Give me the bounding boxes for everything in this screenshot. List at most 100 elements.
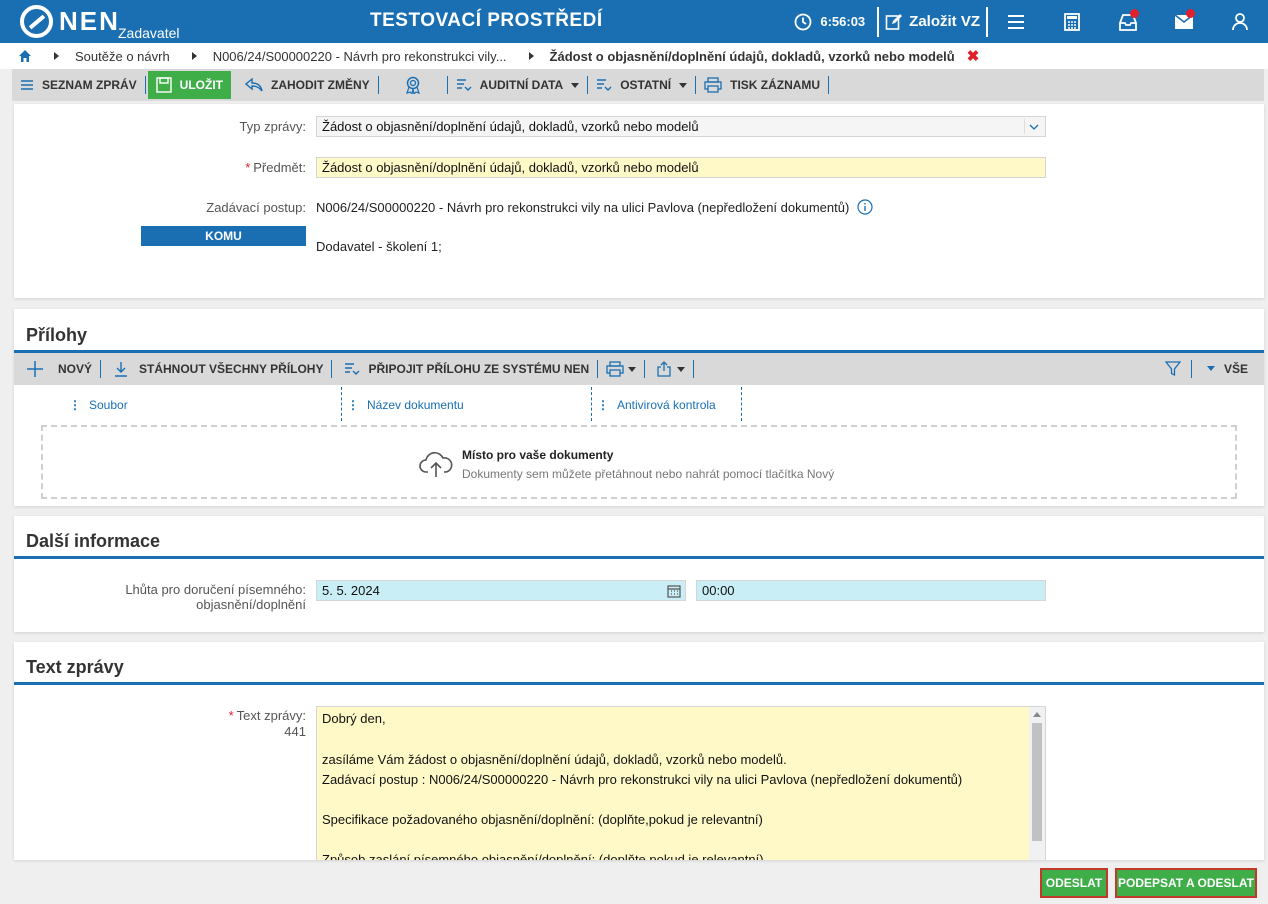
- textarea-scrollbar[interactable]: [1029, 707, 1045, 860]
- signature-button[interactable]: [379, 69, 447, 101]
- send-button[interactable]: ODESLAT: [1040, 868, 1108, 898]
- file-dropzone[interactable]: Místo pro vaše dokumenty Dokumenty sem m…: [41, 425, 1237, 499]
- message-list-button[interactable]: SEZNAM ZPRÁV: [12, 69, 145, 101]
- attach-from-system-button[interactable]: PŘIPOJIT PŘÍLOHU ZE SYSTÉMU NEN: [332, 353, 597, 385]
- more-info-title: Další informace: [26, 531, 161, 551]
- breadcrumb-item-current: Žádost o objasnění/doplnění údajů, dokla…: [549, 48, 955, 64]
- audit-icon: [456, 79, 472, 91]
- breadcrumb-item-competitions[interactable]: Soutěže o návrh: [75, 49, 170, 64]
- attachments-panel: Přílohy NOVÝ STÁHNOUT VŠECHNY PŘÍLOHY PŘ…: [14, 309, 1264, 506]
- filter-button[interactable]: [1157, 353, 1191, 385]
- column-antivirus-label: Antivirová kontrola: [617, 398, 716, 412]
- message-text-title: Text zprávy: [26, 657, 124, 677]
- new-attachment-button[interactable]: NOVÝ: [14, 353, 100, 385]
- print-dropdown[interactable]: [598, 353, 644, 385]
- other-label: OSTATNÍ: [620, 78, 672, 92]
- user-button[interactable]: [1212, 0, 1268, 43]
- print-icon: [606, 361, 624, 377]
- close-icon[interactable]: ✖: [967, 47, 980, 65]
- list-icon: [21, 80, 33, 90]
- column-menu-icon: ⋮: [69, 398, 81, 412]
- message-line: Specifikace požadovaného objasnění/dopln…: [322, 812, 763, 827]
- divider: [1024, 119, 1025, 134]
- attachments-title: Přílohy: [26, 325, 88, 345]
- deadline-date-input[interactable]: 5. 5. 2024: [316, 580, 686, 601]
- section-underline: [14, 682, 1264, 685]
- logo-subtitle: Zadavatel: [118, 25, 180, 41]
- download-all-button[interactable]: STÁHNOUT VŠECHNY PŘÍLOHY: [101, 353, 331, 385]
- edit-icon: [885, 13, 903, 30]
- save-button[interactable]: ULOŽIT: [147, 71, 231, 99]
- required-marker: *: [245, 160, 251, 175]
- message-type-label: Typ zprávy:: [239, 119, 306, 134]
- session-time: 6:56:03: [820, 14, 866, 29]
- message-line: Dobrý den,: [322, 711, 386, 726]
- recipients-button[interactable]: KOMU: [141, 226, 306, 246]
- logo-text: NEN: [59, 6, 120, 36]
- other-dropdown[interactable]: OSTATNÍ: [588, 69, 695, 101]
- view-all-dropdown[interactable]: VŠE: [1192, 353, 1264, 385]
- message-type-select[interactable]: Žádost o objasnění/doplnění údajů, dokla…: [316, 116, 1046, 137]
- column-antivirus[interactable]: ⋮ Antivirová kontrola: [597, 389, 716, 421]
- character-count: 441: [284, 724, 306, 739]
- subject-value: Žádost o objasnění/doplnění údajů, dokla…: [322, 160, 699, 175]
- discard-changes-label: ZAHODIT ZMĚNY: [271, 78, 370, 92]
- calendar-icon[interactable]: [667, 584, 681, 598]
- message-line: Zadávací postup : N006/24/S00000220 - Ná…: [322, 772, 963, 787]
- column-file[interactable]: ⋮ Soubor: [69, 389, 128, 421]
- chevron-down-icon: [1029, 124, 1039, 130]
- caret-down-icon: [628, 366, 637, 372]
- subject-input[interactable]: Žádost o objasnění/doplnění údajů, dokla…: [316, 157, 1046, 178]
- deadline-time-input[interactable]: 00:00: [696, 580, 1046, 601]
- create-contract-label: Založit VZ: [909, 13, 980, 30]
- menu-button[interactable]: [988, 0, 1044, 43]
- nen-logo[interactable]: NEN: [20, 4, 120, 39]
- scrollbar-thumb[interactable]: [1032, 723, 1042, 841]
- column-menu-icon: ⋮: [597, 398, 609, 412]
- save-label: ULOŽIT: [179, 78, 223, 92]
- breadcrumb-item-procedure[interactable]: N006/24/S00000220 - Návrh pro rekonstruk…: [213, 49, 507, 64]
- required-marker: *: [228, 708, 234, 723]
- environment-title: TESTOVACÍ PROSTŘEDÍ: [370, 10, 603, 31]
- notification-dot: [1130, 9, 1139, 18]
- attach-from-system-label: PŘIPOJIT PŘÍLOHU ZE SYSTÉMU NEN: [368, 362, 590, 376]
- message-textarea[interactable]: Dobrý den, zasíláme Vám žádost o objasně…: [316, 706, 1046, 860]
- inbox-button[interactable]: [1100, 0, 1156, 43]
- deadline-label-line1: Lhůta pro doručení písemného:: [125, 582, 306, 597]
- hamburger-icon: [1008, 14, 1024, 29]
- audit-data-label: AUDITNÍ DATA: [479, 78, 564, 92]
- messages-button[interactable]: [1156, 0, 1212, 43]
- column-document-name[interactable]: ⋮ Název dokumentu: [347, 389, 464, 421]
- form-toolbar: SEZNAM ZPRÁV ULOŽIT ZAHODIT ZMĚNY AUDITN…: [12, 69, 1264, 101]
- more-info-panel: Další informace Lhůta pro doručení písem…: [14, 516, 1264, 632]
- message-text-panel: Text zprávy * Text zprávy: 441 Dobrý den,…: [14, 642, 1264, 860]
- dropzone-hint: Dokumenty sem můžete přetáhnout nebo nah…: [462, 467, 835, 481]
- create-contract-button[interactable]: Založit VZ: [879, 13, 986, 31]
- other-icon: [597, 79, 612, 91]
- column-menu-icon: ⋮: [347, 398, 359, 412]
- plus-icon: [27, 361, 43, 377]
- scroll-up-icon[interactable]: [1033, 712, 1041, 717]
- procedure-label: Zadávací postup:: [206, 200, 306, 215]
- badge-icon: [405, 76, 420, 94]
- message-text-label: * Text zprávy: 441: [114, 708, 306, 740]
- divider: [741, 387, 742, 421]
- calculator-button[interactable]: [1044, 0, 1100, 43]
- attachments-toolbar: NOVÝ STÁHNOUT VŠECHNY PŘÍLOHY PŘIPOJIT P…: [14, 353, 1264, 385]
- home-icon[interactable]: [18, 49, 32, 63]
- section-underline: [14, 556, 1264, 559]
- deadline-date-value: 5. 5. 2024: [322, 583, 380, 598]
- message-line: Způsob zaslání písemného objasnění/dopln…: [322, 852, 764, 860]
- sign-and-send-button[interactable]: PODEPSAT A ODESLAT: [1115, 868, 1257, 898]
- print-record-label: TISK ZÁZNAMU: [730, 78, 821, 92]
- new-attachment-label: NOVÝ: [58, 362, 93, 376]
- save-icon: [155, 77, 172, 93]
- export-dropdown[interactable]: [645, 353, 693, 385]
- print-record-button[interactable]: TISK ZÁZNAMU: [696, 69, 828, 101]
- info-icon[interactable]: [857, 199, 873, 215]
- message-list-label: SEZNAM ZPRÁV: [42, 78, 137, 92]
- audit-data-dropdown[interactable]: AUDITNÍ DATA: [448, 69, 588, 101]
- undo-icon: [245, 78, 263, 92]
- discard-changes-button[interactable]: ZAHODIT ZMĚNY: [237, 69, 378, 101]
- deadline-label: Lhůta pro doručení písemného: objasnění/…: [74, 582, 306, 612]
